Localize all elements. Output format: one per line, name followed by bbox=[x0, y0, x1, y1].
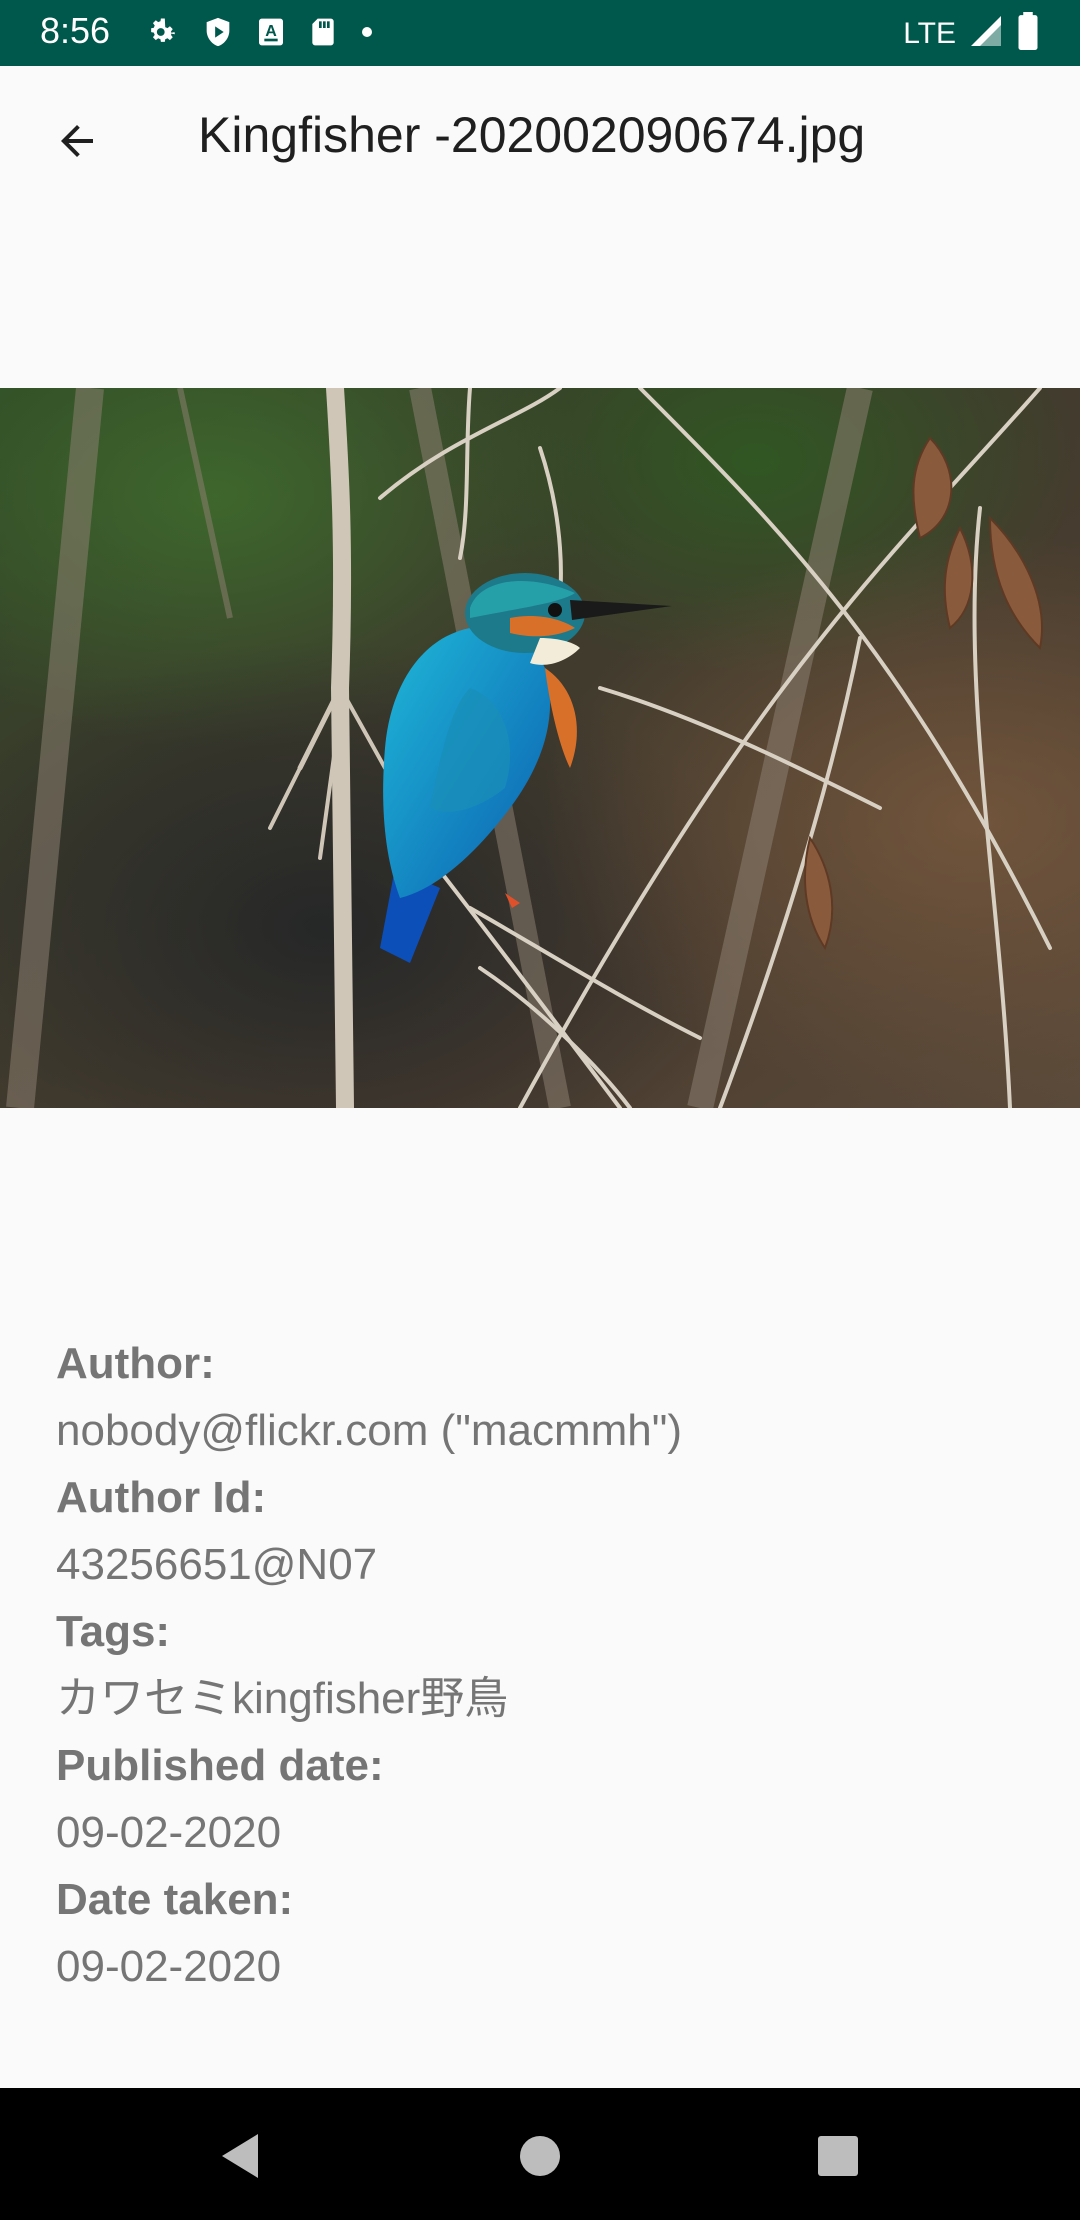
kingfisher-photo[interactable] bbox=[0, 388, 1080, 1108]
navigation-bar bbox=[0, 2088, 1080, 2220]
play-protect-icon bbox=[201, 14, 235, 55]
tags-label: Tags: bbox=[56, 1607, 171, 1656]
system-icons: LTE bbox=[903, 12, 1040, 55]
notification-icons: A bbox=[145, 14, 375, 55]
battery-icon bbox=[1016, 12, 1040, 55]
dot-icon bbox=[359, 14, 375, 55]
sd-card-icon bbox=[307, 14, 339, 55]
signal-icon bbox=[968, 13, 1004, 54]
photo-image bbox=[0, 388, 1080, 1108]
gear-icon bbox=[145, 14, 181, 55]
author-id-value: 43256651@N07 bbox=[56, 1540, 378, 1589]
nav-home-button[interactable] bbox=[500, 2118, 580, 2198]
back-button[interactable] bbox=[40, 106, 114, 180]
photo-details: Author: nobody@flickr.com ("macmmh") Aut… bbox=[56, 1330, 1036, 2000]
status-time: 8:56 bbox=[40, 10, 111, 51]
recents-square-icon bbox=[817, 2135, 859, 2182]
published-date-value: 09-02-2020 bbox=[56, 1808, 282, 1857]
author-label: Author: bbox=[56, 1339, 215, 1388]
keyboard-a-icon: A bbox=[255, 15, 287, 54]
page-title: Kingfisher -202002090674.jpg bbox=[198, 107, 866, 163]
back-triangle-icon bbox=[218, 2132, 262, 2185]
published-date-label: Published date: bbox=[56, 1741, 384, 1790]
arrow-back-icon bbox=[53, 117, 101, 170]
nav-recents-button[interactable] bbox=[798, 2118, 878, 2198]
author-value: nobody@flickr.com ("macmmh") bbox=[56, 1406, 683, 1455]
tags-value: カワセミkingfisher野鳥 bbox=[56, 1674, 509, 1723]
nav-back-button[interactable] bbox=[200, 2118, 280, 2198]
home-circle-icon bbox=[518, 2134, 562, 2183]
network-type: LTE bbox=[903, 16, 956, 50]
author-id-label: Author Id: bbox=[56, 1473, 267, 1522]
app-bar: Kingfisher -202002090674.jpg bbox=[0, 66, 1080, 206]
date-taken-value: 09-02-2020 bbox=[56, 1942, 282, 1991]
status-bar: 8:56 A LTE bbox=[0, 0, 1080, 66]
svg-text:A: A bbox=[265, 23, 277, 40]
date-taken-label: Date taken: bbox=[56, 1875, 294, 1924]
